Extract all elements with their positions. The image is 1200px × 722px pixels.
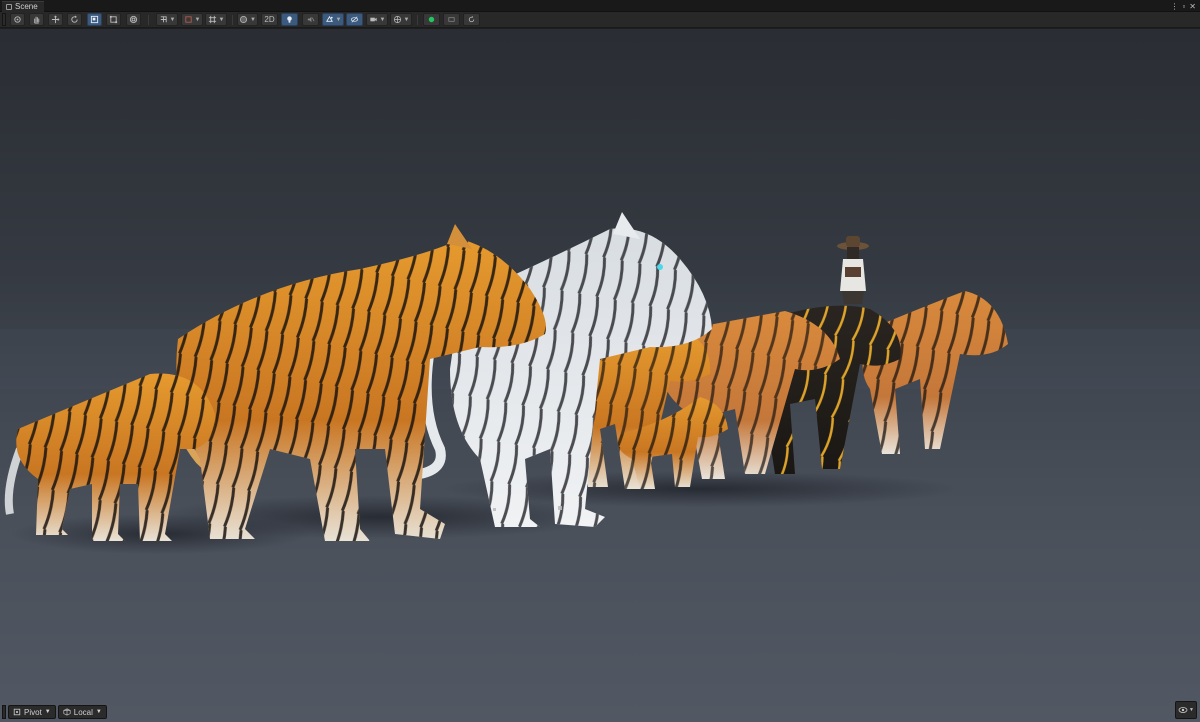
window-controls: ⋮ ▫ ✕ [1170, 0, 1196, 12]
increment-snap-icon [184, 16, 192, 23]
globe-icon [393, 15, 401, 24]
scene-visibility-toggle[interactable] [346, 13, 363, 26]
rotate-tool-icon [71, 15, 78, 23]
transform-tool-icon [129, 15, 138, 24]
maximize-icon[interactable]: ▫ [1182, 2, 1185, 11]
grid-snap-icon [160, 16, 167, 23]
rect-tool-icon [109, 15, 118, 24]
eye-slash-icon [350, 16, 359, 23]
hand-tool-button[interactable] [29, 13, 44, 26]
align-icon [208, 15, 216, 24]
toolbar-grip[interactable] [2, 13, 6, 26]
local-cube-icon [63, 708, 71, 716]
toggle-2d-button[interactable]: 2D [261, 13, 278, 26]
chevron-down-icon: ▼ [1189, 707, 1194, 713]
view-tool-button[interactable] [10, 13, 25, 26]
view-tool-icon [14, 16, 21, 23]
camera-icon [369, 17, 377, 22]
scene-render [0, 212, 1200, 554]
more-options-icon[interactable]: ⋮ [1170, 2, 1178, 11]
scale-tool-button[interactable] [87, 13, 102, 26]
hand-tool-icon [34, 16, 40, 24]
pivot-toolbar: Pivot ▼ Local ▼ [2, 704, 107, 720]
tab-scene[interactable]: Scene [2, 1, 44, 12]
pivot-toolbar-grip[interactable] [2, 705, 6, 719]
toolbar-separator [148, 15, 149, 25]
window-tab-bar: Scene ⋮ ▫ ✕ [0, 0, 1200, 12]
move-tool-icon [51, 15, 60, 24]
align-dropdown[interactable]: ▼ [205, 13, 227, 26]
camera-dropdown[interactable]: ▼ [366, 13, 388, 26]
lightbulb-icon [287, 16, 292, 23]
pause-button[interactable] [443, 13, 460, 26]
overlay-eye-icon [1178, 707, 1188, 713]
effects-dropdown[interactable]: ▼ [322, 13, 344, 26]
gizmos-dropdown[interactable]: ▼ [390, 13, 412, 26]
refresh-icon [468, 16, 475, 23]
refresh-button[interactable] [463, 13, 480, 26]
pause-icon [448, 17, 455, 22]
close-icon[interactable]: ✕ [1189, 2, 1196, 11]
audio-mute-icon [307, 16, 315, 23]
shading-sphere-icon [240, 15, 248, 24]
play-icon [428, 16, 435, 23]
pivot-dropdown[interactable]: Pivot ▼ [8, 705, 56, 719]
shading-mode-dropdown[interactable]: ▼ [237, 13, 258, 26]
pivot-icon [13, 708, 21, 716]
move-tool-button[interactable] [48, 13, 63, 26]
local-label: Local [73, 707, 93, 717]
chevron-down-icon: ▼ [95, 709, 102, 715]
rider-figure [837, 236, 869, 304]
scene-tab-icon [6, 4, 12, 10]
toolbar-separator [417, 15, 418, 25]
audio-toggle[interactable] [302, 13, 319, 26]
rotate-tool-button[interactable] [67, 13, 82, 26]
toolbar-separator [232, 15, 233, 25]
toggle-2d-label: 2D [264, 15, 275, 24]
chevron-down-icon: ▼ [44, 709, 51, 715]
pivot-label: Pivot [24, 707, 42, 717]
scale-tool-icon [90, 15, 99, 24]
rect-tool-button[interactable] [106, 13, 121, 26]
scene-toolbar: ▼ ▼ ▼ ▼ 2D ▼ ▼ ▼ [0, 12, 1200, 28]
overlay-menu-button[interactable]: ▼ [1175, 701, 1197, 719]
effects-icon [325, 15, 333, 22]
increment-snap-dropdown[interactable]: ▼ [181, 13, 203, 26]
grid-snap-dropdown[interactable]: ▼ [156, 13, 178, 26]
transform-tool-button[interactable] [126, 13, 141, 26]
play-button[interactable] [423, 13, 440, 26]
tab-scene-label: Scene [15, 2, 38, 11]
lighting-toggle[interactable] [281, 13, 298, 26]
scene-viewport[interactable]: Pivot ▼ Local ▼ ▼ [0, 29, 1200, 722]
local-dropdown[interactable]: Local ▼ [57, 705, 107, 719]
